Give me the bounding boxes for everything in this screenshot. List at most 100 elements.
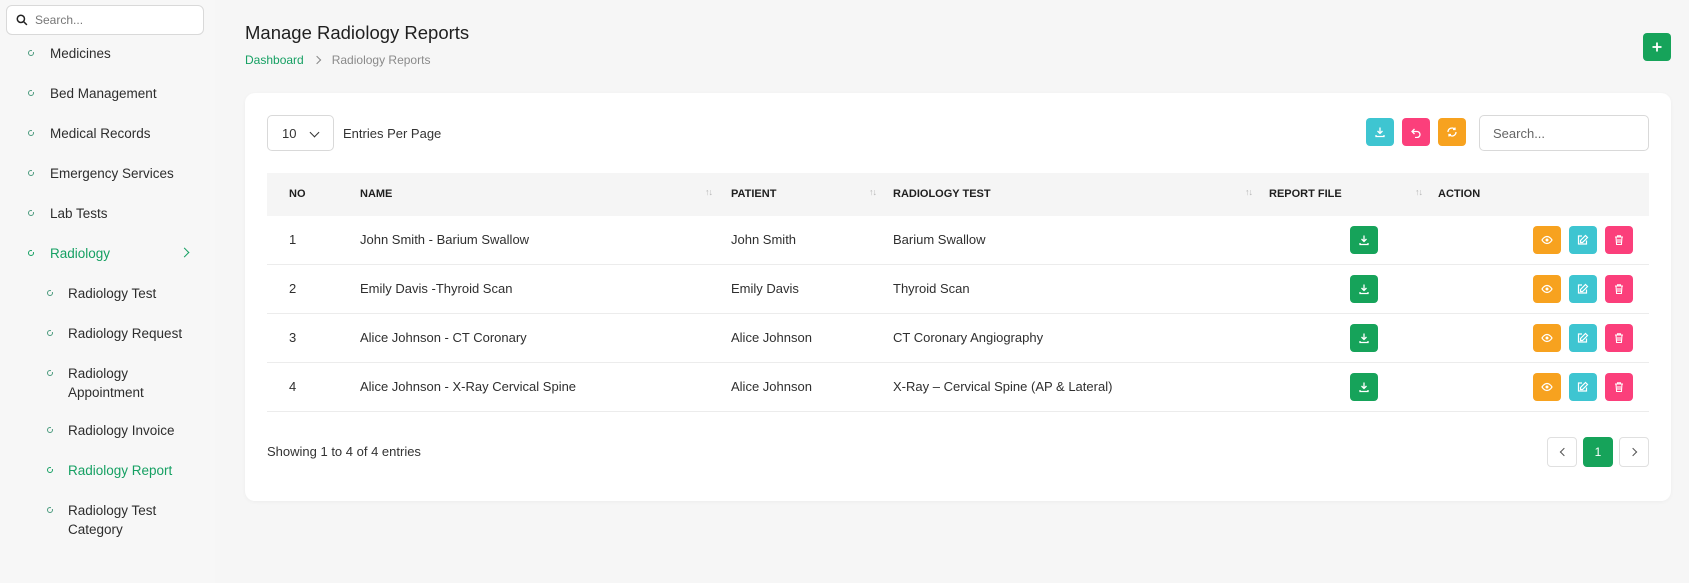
entries-per-page-select[interactable]: 10 bbox=[267, 115, 334, 151]
edit-icon bbox=[1577, 283, 1589, 294]
eye-icon bbox=[1541, 284, 1553, 294]
edit-icon bbox=[1577, 234, 1589, 245]
download-report-button[interactable] bbox=[1350, 373, 1378, 401]
bullet-icon bbox=[28, 249, 35, 256]
sidebar-item-label: Radiology Invoice bbox=[68, 423, 175, 438]
sidebar-item-radiology-test-category[interactable]: Radiology Test Category bbox=[0, 501, 215, 539]
row-patient: John Smith bbox=[731, 232, 797, 247]
breadcrumb-dashboard-link[interactable]: Dashboard bbox=[245, 53, 304, 67]
row-radiology-test: CT Coronary Angiography bbox=[893, 330, 1044, 345]
row-radiology-test: Thyroid Scan bbox=[893, 281, 970, 296]
column-header-radiology-test[interactable]: RADIOLOGY TEST bbox=[893, 188, 991, 200]
download-icon bbox=[1359, 382, 1369, 393]
eye-icon bbox=[1541, 333, 1553, 343]
sidebar-item-radiology-request[interactable]: Radiology Request bbox=[0, 324, 215, 343]
delete-button[interactable] bbox=[1605, 275, 1633, 303]
bullet-icon bbox=[47, 369, 54, 376]
sidebar-item-label: Radiology Request bbox=[68, 326, 183, 341]
table-row: 1 John Smith - Barium Swallow John Smith… bbox=[267, 216, 1649, 265]
table-header: NO NAME ↑↓ PATIENT ↑↓ RADIOLOGY TEST ↑↓ … bbox=[267, 173, 1649, 216]
download-report-button[interactable] bbox=[1350, 324, 1378, 352]
bullet-icon bbox=[28, 129, 35, 136]
sidebar-item-radiology-appointment[interactable]: Radiology Appointment bbox=[0, 364, 215, 402]
row-patient: Emily Davis bbox=[731, 281, 799, 296]
table-row: 3 Alice Johnson - CT Coronary Alice John… bbox=[267, 314, 1649, 363]
sidebar-item-bed-management[interactable]: Bed Management bbox=[0, 84, 215, 103]
sort-icon[interactable]: ↑↓ bbox=[705, 187, 713, 197]
column-header-report-file[interactable]: REPORT FILE bbox=[1269, 188, 1342, 200]
trash-icon bbox=[1615, 333, 1623, 344]
trash-icon bbox=[1615, 382, 1623, 393]
entries-summary: Showing 1 to 4 of 4 entries bbox=[267, 444, 421, 459]
pagination-prev[interactable] bbox=[1547, 437, 1577, 467]
sidebar-item-label: Radiology Test Category bbox=[68, 503, 157, 537]
sidebar-item-radiology-report[interactable]: Radiology Report bbox=[0, 461, 215, 480]
sidebar-search-input[interactable] bbox=[35, 13, 195, 27]
delete-button[interactable] bbox=[1605, 373, 1633, 401]
sort-icon[interactable]: ↑↓ bbox=[1415, 187, 1423, 197]
sort-icon[interactable]: ↑↓ bbox=[869, 187, 877, 197]
sidebar-item-label: Radiology Appointment bbox=[68, 366, 144, 400]
download-icon bbox=[1359, 284, 1369, 295]
row-name: John Smith - Barium Swallow bbox=[360, 232, 530, 247]
delete-button[interactable] bbox=[1605, 226, 1633, 254]
bullet-icon bbox=[47, 506, 54, 513]
download-report-button[interactable] bbox=[1350, 226, 1378, 254]
table-row: 2 Emily Davis -Thyroid Scan Emily Davis … bbox=[267, 265, 1649, 314]
sidebar: Medicines Bed Management Medical Records… bbox=[0, 0, 215, 583]
chevron-right-icon bbox=[1628, 447, 1637, 457]
trash-icon bbox=[1615, 284, 1623, 295]
edit-button[interactable] bbox=[1569, 275, 1597, 303]
view-button[interactable] bbox=[1533, 324, 1561, 352]
refresh-icon bbox=[1447, 127, 1457, 137]
sidebar-item-label: Emergency Services bbox=[50, 166, 174, 181]
view-button[interactable] bbox=[1533, 275, 1561, 303]
pagination-next[interactable] bbox=[1619, 437, 1649, 467]
sidebar-item-radiology[interactable]: Radiology bbox=[0, 244, 215, 263]
sidebar-item-label: Bed Management bbox=[50, 86, 157, 101]
table-search-input[interactable] bbox=[1479, 115, 1649, 151]
sidebar-item-label: Medical Records bbox=[50, 126, 151, 141]
export-button[interactable] bbox=[1366, 118, 1394, 146]
view-button[interactable] bbox=[1533, 373, 1561, 401]
edit-button[interactable] bbox=[1569, 373, 1597, 401]
add-report-button[interactable] bbox=[1643, 33, 1671, 61]
sidebar-search[interactable] bbox=[6, 5, 204, 35]
chevron-down-icon bbox=[309, 127, 320, 138]
sidebar-item-emergency-services[interactable]: Emergency Services bbox=[0, 164, 215, 183]
row-patient: Alice Johnson bbox=[731, 379, 812, 394]
view-button[interactable] bbox=[1533, 226, 1561, 254]
edit-button[interactable] bbox=[1569, 226, 1597, 254]
chevron-right-icon bbox=[312, 55, 321, 65]
download-icon bbox=[1359, 235, 1369, 246]
bullet-icon bbox=[47, 289, 54, 296]
sidebar-item-lab-tests[interactable]: Lab Tests bbox=[0, 204, 215, 223]
column-header-patient[interactable]: PATIENT bbox=[731, 188, 776, 200]
row-patient: Alice Johnson bbox=[731, 330, 812, 345]
pagination-page[interactable]: 1 bbox=[1583, 437, 1613, 467]
eye-icon bbox=[1541, 382, 1553, 392]
bullet-icon bbox=[47, 426, 54, 433]
column-header-no[interactable]: NO bbox=[289, 188, 306, 200]
bullet-icon bbox=[28, 169, 35, 176]
sidebar-item-radiology-test[interactable]: Radiology Test bbox=[0, 284, 215, 303]
undo-button[interactable] bbox=[1402, 118, 1430, 146]
sort-icon[interactable]: ↑↓ bbox=[1245, 187, 1253, 197]
sidebar-item-label: Lab Tests bbox=[50, 206, 108, 221]
sidebar-item-radiology-invoice[interactable]: Radiology Invoice bbox=[0, 421, 215, 440]
breadcrumb-current: Radiology Reports bbox=[331, 53, 431, 67]
row-no: 2 bbox=[289, 281, 297, 296]
bullet-icon bbox=[28, 209, 35, 216]
sidebar-item-medical-records[interactable]: Medical Records bbox=[0, 124, 215, 143]
download-report-button[interactable] bbox=[1350, 275, 1378, 303]
bullet-icon bbox=[47, 329, 54, 336]
sidebar-item-label: Radiology Report bbox=[68, 463, 173, 478]
edit-button[interactable] bbox=[1569, 324, 1597, 352]
sidebar-item-medicines[interactable]: Medicines bbox=[0, 44, 215, 63]
column-header-name[interactable]: NAME bbox=[360, 188, 392, 200]
reports-card: 10 Entries Per Page NO NAME ↑↓ PATIENT ↑… bbox=[245, 93, 1671, 501]
entries-label: Entries Per Page bbox=[343, 126, 442, 141]
row-name: Alice Johnson - X-Ray Cervical Spine bbox=[360, 379, 577, 394]
refresh-button[interactable] bbox=[1438, 118, 1466, 146]
delete-button[interactable] bbox=[1605, 324, 1633, 352]
